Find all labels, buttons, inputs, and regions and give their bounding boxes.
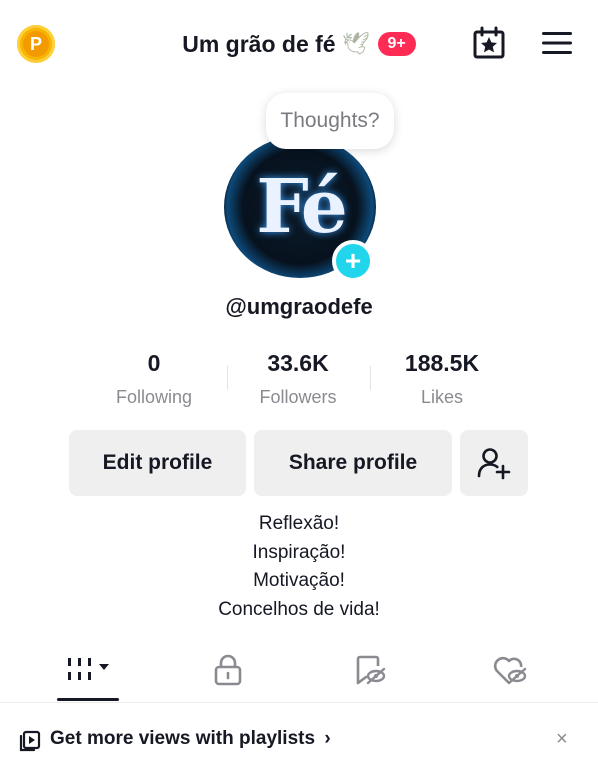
plus-icon: + <box>344 245 362 276</box>
username: @umgraodefe <box>225 294 373 319</box>
add-friend-icon <box>477 448 511 480</box>
edit-profile-button[interactable]: Edit profile <box>69 430 246 496</box>
dove-emoji: 🕊 <box>341 31 370 56</box>
notification-badge[interactable]: 9+ <box>377 32 416 56</box>
liked-icon <box>493 656 527 685</box>
profile-title: Um grão de fé <box>182 30 336 57</box>
tab-private[interactable] <box>198 652 258 688</box>
likes-label: Likes <box>420 387 464 407</box>
add-avatar-button[interactable]: + <box>332 240 374 282</box>
reposts-icon <box>356 655 386 685</box>
tab-reposts[interactable] <box>340 652 400 688</box>
add-friend-button[interactable] <box>460 430 528 496</box>
tabs-divider <box>0 702 598 703</box>
share-profile-button[interactable]: Share profile <box>254 430 452 496</box>
close-icon[interactable]: × <box>556 728 568 751</box>
lock-icon <box>214 654 242 686</box>
tab-liked[interactable] <box>480 652 540 688</box>
stat-divider <box>370 366 371 390</box>
followers-count: 33.6K <box>267 350 329 376</box>
avatar-logo-text: Fé <box>256 164 348 250</box>
chevron-right-icon: › <box>324 728 331 749</box>
playlist-banner-label: Get more views with playlists <box>50 728 316 749</box>
bio-line: Motivação! <box>253 570 345 591</box>
hamburger-menu-icon[interactable] <box>541 30 573 56</box>
bio-line: Inspiração! <box>252 541 346 563</box>
profile-title-bar: Um grão de fé 🕊 9+ <box>0 26 598 62</box>
tab-videos[interactable] <box>60 652 120 688</box>
active-tab-indicator <box>57 698 119 701</box>
followers-stat[interactable]: 33.6K Followers <box>228 350 368 408</box>
bio-line: Reflexão! <box>258 513 340 534</box>
likes-count: 188.5K <box>404 350 480 376</box>
following-count: 0 <box>147 350 161 376</box>
playlist-icon <box>19 730 41 752</box>
following-stat[interactable]: 0 Following <box>84 350 224 408</box>
thoughts-bubble[interactable]: Thoughts? <box>266 93 394 149</box>
following-label: Following <box>115 387 193 407</box>
calendar-star-icon[interactable] <box>472 26 506 60</box>
profile-bio: Reflexão! Inspiração! Motivação! Concelh… <box>0 510 598 624</box>
videos-grid-icon <box>68 658 109 680</box>
likes-stat[interactable]: 188.5K Likes <box>372 350 512 408</box>
bio-line: Concelhos de vida! <box>218 598 380 620</box>
followers-label: Followers <box>259 387 337 407</box>
playlist-banner-text[interactable]: Get more views with playlists › <box>50 728 331 750</box>
